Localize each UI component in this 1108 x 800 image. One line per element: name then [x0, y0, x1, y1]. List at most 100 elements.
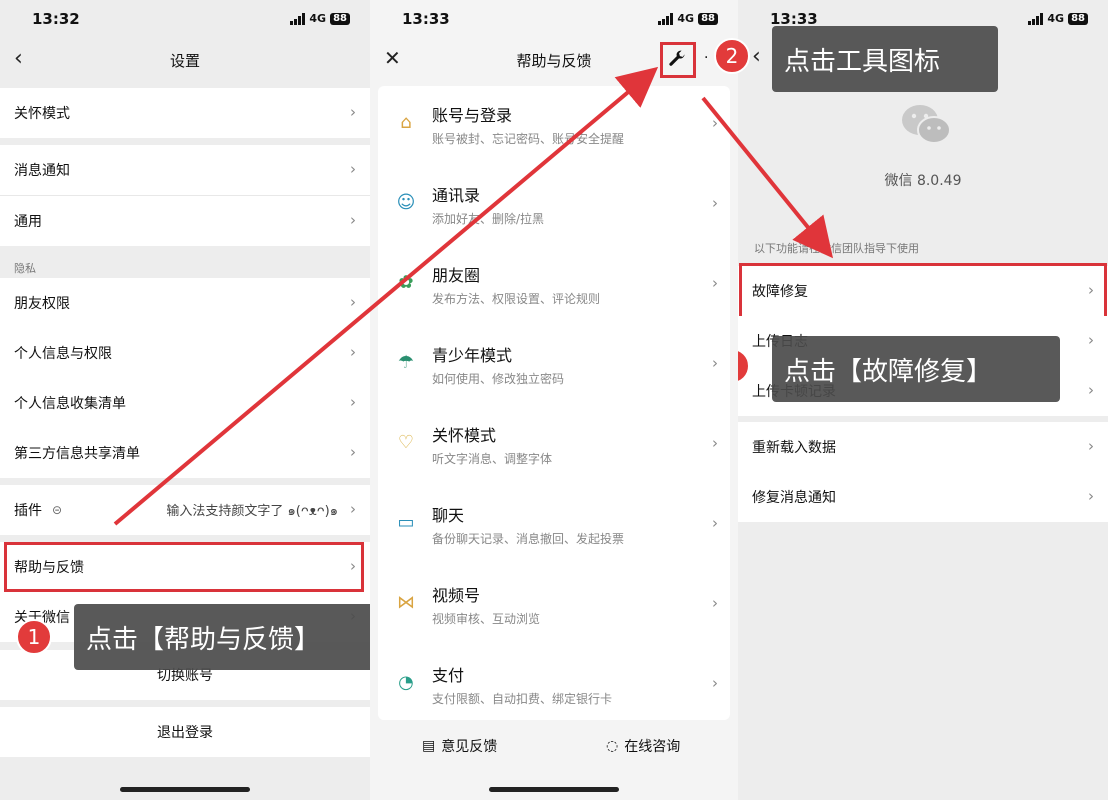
help-item[interactable]: ✿ 朋友圈 发布方法、权限设置、评论规则 › — [378, 246, 730, 326]
friend-permissions-row[interactable]: 朋友权限 › — [0, 278, 370, 328]
signal-indicator: 4G 88 — [658, 12, 718, 25]
help-item[interactable]: ◔ 支付 支付限额、自动扣费、绑定银行卡 › — [378, 646, 730, 726]
row-label: 个人信息收集清单 — [14, 396, 126, 412]
battery-icon: 88 — [1068, 12, 1088, 25]
item-title: 聊天 — [432, 506, 465, 525]
channels-icon: ⋈ — [397, 591, 415, 613]
button-label: 在线咨询 — [624, 739, 681, 755]
third-party-row[interactable]: 第三方信息共享清单 › — [0, 428, 370, 478]
home-indicator — [120, 787, 250, 792]
chevron-right-icon: › — [712, 354, 718, 372]
step3-callout: 点击【故障修复】 — [772, 336, 1060, 402]
chevron-right-icon: › — [350, 103, 356, 121]
item-title: 关怀模式 — [432, 426, 497, 445]
help-topics-list: ⌂ 账号与登录 账号被封、忘记密码、账号安全提醒 › ☺ 通讯录 添加好友、删除… — [378, 86, 730, 720]
chevron-right-icon: › — [350, 211, 356, 229]
help-item[interactable]: ☺ 通讯录 添加好友、删除/拉黑 › — [378, 166, 730, 246]
row-label: 个人信息与权限 — [14, 346, 112, 362]
help-feedback-panel: 13:33 4G 88 ✕ 帮助与反馈 · ⌂ 账号与登录 账号被封、忘记密码、… — [370, 0, 738, 800]
chevron-right-icon: › — [350, 443, 356, 461]
chevron-right-icon: › — [1088, 331, 1094, 349]
item-title: 青少年模式 — [432, 346, 513, 365]
help-item[interactable]: ♡ 关怀模式 听文字消息、调整字体 › — [378, 406, 730, 486]
back-icon[interactable]: ‹ — [752, 44, 761, 69]
chevron-right-icon: › — [1088, 487, 1094, 505]
help-item[interactable]: ☂ 青少年模式 如何使用、修改独立密码 › — [378, 326, 730, 406]
chat-bubble-icon: ◌ — [606, 738, 619, 754]
item-subtitle: 发布方法、权限设置、评论规则 — [432, 292, 601, 306]
help-item[interactable]: ▭ 聊天 备份聊天记录、消息撤回、发起投票 › — [378, 486, 730, 566]
notifications-row[interactable]: 消息通知 › — [0, 145, 370, 195]
info-circle-icon: ⊝ — [52, 503, 63, 517]
chevron-right-icon: › — [712, 514, 718, 532]
row-label: 修复消息通知 — [752, 490, 836, 506]
chevron-right-icon: › — [712, 674, 718, 692]
general-row[interactable]: 通用 › — [0, 196, 370, 246]
signal-indicator: 4G 88 — [290, 12, 350, 25]
personal-info-row[interactable]: 个人信息与权限 › — [0, 328, 370, 378]
network-type: 4G — [677, 12, 695, 25]
item-subtitle: 支付限额、自动扣费、绑定银行卡 — [432, 692, 613, 706]
item-title: 视频号 — [432, 586, 481, 605]
chevron-right-icon: › — [712, 274, 718, 292]
nav-bar: ‹ 设置 — [0, 38, 370, 80]
home-indicator — [489, 787, 619, 792]
online-consult-button[interactable]: ◌ 在线咨询 — [606, 736, 680, 756]
chevron-right-icon: › — [350, 393, 356, 411]
row-label: 关怀模式 — [14, 106, 70, 122]
step1-badge: 1 — [16, 619, 52, 655]
status-time: 13:32 — [32, 10, 80, 28]
settings-panel: 13:32 4G 88 ‹ 设置 关怀模式 › 消息通知 › 通用 › 隐私 朋… — [0, 0, 370, 800]
tools-note: 以下功能请在微信团队指导下使用 — [754, 242, 919, 255]
item-subtitle: 听文字消息、调整字体 — [432, 452, 553, 466]
network-type: 4G — [309, 12, 327, 25]
feedback-button[interactable]: ▤ 意见反馈 — [422, 736, 497, 756]
chevron-right-icon: › — [712, 194, 718, 212]
logout-button[interactable]: 退出登录 — [0, 707, 370, 757]
step2-badge: 2 — [714, 38, 750, 74]
wechat-logo-icon — [902, 105, 951, 144]
page-title: 设置 — [169, 52, 200, 70]
plugins-value: 输入法支持颜文字了 ๑(ᴖᴥᴖ)๑ — [166, 503, 338, 519]
chevron-right-icon: › — [350, 293, 356, 311]
plugins-row[interactable]: 插件 ⊝ 输入法支持颜文字了 ๑(ᴖᴥᴖ)๑ › — [0, 485, 370, 535]
moments-icon: ✿ — [398, 271, 414, 293]
status-bar: 13:33 4G 88 — [370, 0, 738, 38]
pay-icon: ◔ — [398, 671, 414, 693]
network-type: 4G — [1047, 12, 1065, 25]
chevron-right-icon: › — [350, 500, 356, 518]
chevron-right-icon: › — [350, 343, 356, 361]
help-item[interactable]: ⋈ 视频号 视频审核、互动浏览 › — [378, 566, 730, 646]
care-mode-row[interactable]: 关怀模式 › — [0, 88, 370, 138]
item-title: 朋友圈 — [432, 266, 481, 285]
contacts-icon: ☺ — [396, 191, 416, 213]
wrench-highlight — [660, 42, 696, 78]
battery-icon: 88 — [330, 12, 350, 25]
help-feedback-highlight — [4, 542, 364, 592]
umbrella-icon: ☂ — [397, 351, 415, 373]
signal-icon — [658, 12, 674, 25]
version-label: 微信 8.0.49 — [884, 173, 962, 189]
help-item[interactable]: ⌂ 账号与登录 账号被封、忘记密码、账号安全提醒 › — [378, 86, 730, 166]
signal-icon — [1028, 12, 1044, 25]
more-icon[interactable]: · — [704, 50, 708, 66]
step1-callout: 点击【帮助与反馈】 — [74, 604, 370, 670]
repair-highlight — [739, 263, 1107, 321]
reload-data-row[interactable]: 重新载入数据 › — [738, 422, 1108, 472]
repair-notify-row[interactable]: 修复消息通知 › — [738, 472, 1108, 522]
status-bar: 13:32 4G 88 — [0, 0, 370, 38]
row-label: 朋友权限 — [14, 296, 70, 312]
document-icon: ▤ — [422, 738, 436, 754]
row-label: 第三方信息共享清单 — [14, 446, 140, 462]
privacy-section-label: 隐私 — [14, 262, 36, 275]
step2-callout: 点击工具图标 — [772, 26, 998, 92]
item-subtitle: 如何使用、修改独立密码 — [432, 372, 565, 386]
signal-indicator: 4G 88 — [1028, 12, 1088, 25]
chevron-right-icon: › — [712, 594, 718, 612]
item-title: 支付 — [432, 666, 465, 685]
info-collection-row[interactable]: 个人信息收集清单 › — [0, 378, 370, 428]
row-label: 通用 — [14, 214, 42, 230]
item-subtitle: 视频审核、互动浏览 — [432, 612, 541, 626]
person-icon: ⌂ — [400, 111, 412, 133]
help-footer: ▤ 意见反馈 ◌ 在线咨询 — [370, 720, 738, 770]
